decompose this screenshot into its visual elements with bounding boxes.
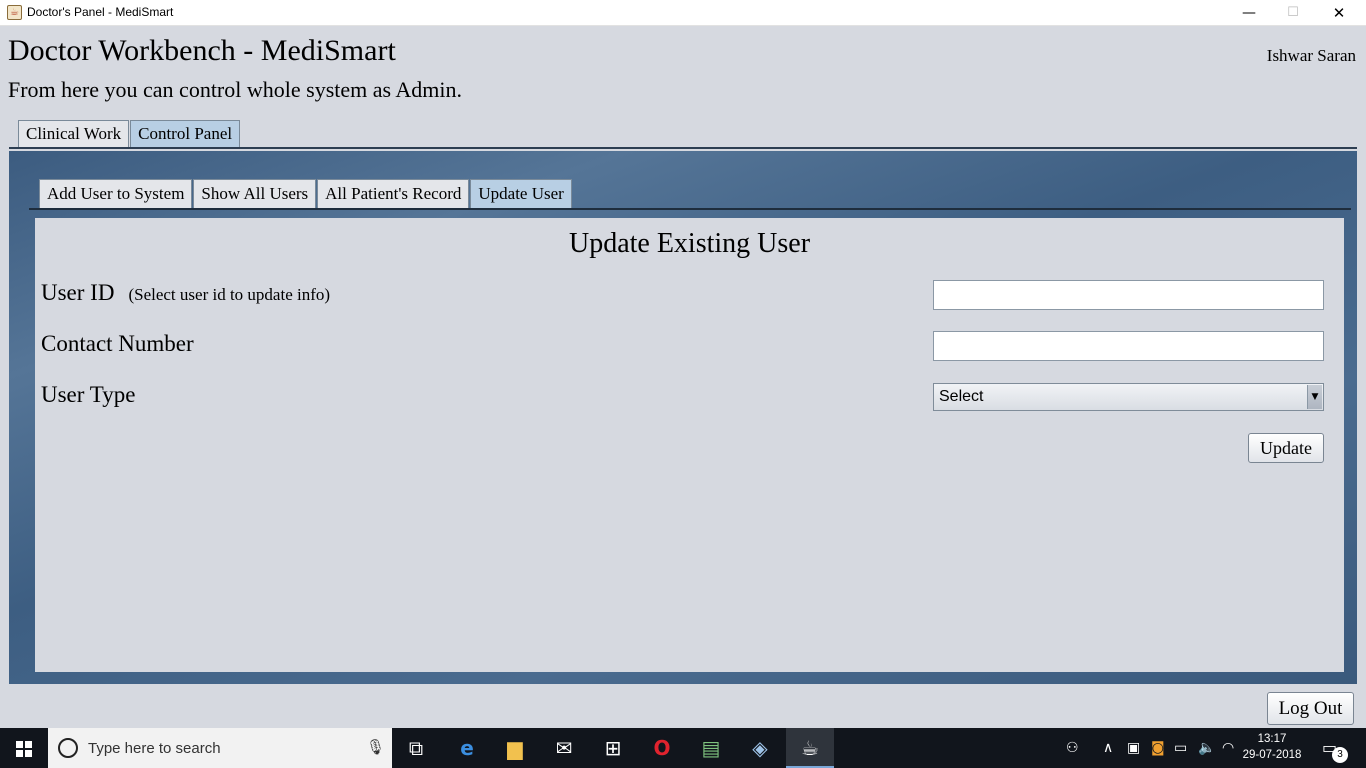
close-button[interactable]: ✕ bbox=[1316, 0, 1362, 26]
clock-time: 13:17 bbox=[1257, 733, 1287, 745]
inner-tab-divider bbox=[29, 208, 1351, 210]
user-id-field[interactable] bbox=[933, 280, 1324, 310]
user-type-selected: Select bbox=[939, 388, 984, 405]
user-id-label: User ID bbox=[41, 280, 115, 305]
tray-app2-icon[interactable]: ◙ bbox=[1151, 728, 1165, 768]
virtualbox-icon[interactable]: ◈ bbox=[736, 728, 784, 768]
page-title: Doctor Workbench - MediSmart bbox=[8, 34, 396, 67]
tab-clinical-work[interactable]: Clinical Work bbox=[18, 120, 130, 148]
people-icon[interactable]: ⚇ bbox=[1066, 728, 1079, 768]
clock-date: 29-07-2018 bbox=[1242, 749, 1302, 761]
opera-icon[interactable]: O bbox=[638, 728, 686, 768]
contact-number-field[interactable] bbox=[933, 331, 1324, 361]
microphone-icon[interactable]: 🎙 bbox=[366, 738, 385, 756]
volume-icon[interactable]: 🔈 bbox=[1198, 728, 1215, 768]
user-type-label: User Type bbox=[41, 382, 136, 407]
java-app-icon: ☕ bbox=[7, 5, 22, 20]
system-clock[interactable]: 13:17 29-07-2018 bbox=[1242, 731, 1302, 763]
mail-icon[interactable]: ✉ bbox=[540, 728, 588, 768]
logout-button[interactable]: Log Out bbox=[1267, 692, 1354, 725]
battery-icon[interactable]: ▭ bbox=[1174, 728, 1187, 768]
tray-app-icon[interactable]: ▣ bbox=[1127, 728, 1140, 768]
user-type-select[interactable]: Select ▼ bbox=[933, 383, 1324, 411]
edge-icon[interactable]: e bbox=[443, 728, 491, 768]
wifi-icon[interactable]: ◠ bbox=[1222, 728, 1234, 768]
search-placeholder: Type here to search bbox=[88, 740, 221, 757]
form-title: Update Existing User bbox=[568, 228, 811, 259]
file-explorer-icon[interactable]: ▆ bbox=[491, 728, 539, 768]
store-icon[interactable]: ⊞ bbox=[589, 728, 637, 768]
control-panel-content: Add User to System Show All Users All Pa… bbox=[9, 151, 1357, 684]
show-hidden-icons-icon[interactable]: ∧ bbox=[1103, 728, 1113, 768]
tab-divider bbox=[9, 147, 1357, 149]
minimize-button[interactable]: — bbox=[1226, 0, 1272, 26]
tab-update-user[interactable]: Update User bbox=[470, 179, 572, 208]
dropdown-arrow-icon[interactable]: ▼ bbox=[1307, 385, 1322, 409]
task-view-icon[interactable]: ⧉ bbox=[392, 728, 440, 768]
tab-show-all-users[interactable]: Show All Users bbox=[193, 179, 317, 208]
windows-logo-icon bbox=[16, 741, 32, 757]
taskbar-search[interactable]: Type here to search 🎙 bbox=[48, 728, 392, 768]
tab-control-panel[interactable]: Control Panel bbox=[130, 120, 241, 148]
user-name: Ishwar Saran bbox=[1266, 46, 1356, 65]
contact-number-label: Contact Number bbox=[41, 331, 194, 356]
start-button[interactable] bbox=[0, 728, 48, 768]
update-user-form: Update Existing User User ID (Select user… bbox=[35, 218, 1344, 672]
page-subtitle: From here you can control whole system a… bbox=[8, 77, 462, 102]
cortana-icon bbox=[58, 738, 78, 758]
app-icon[interactable]: ▤ bbox=[687, 728, 735, 768]
tab-patient-records[interactable]: All Patient's Record bbox=[317, 179, 470, 208]
outer-tab-bar: Clinical Work Control Panel bbox=[18, 120, 241, 148]
tab-add-user[interactable]: Add User to System bbox=[39, 179, 193, 208]
user-id-label-row: User ID (Select user id to update info) bbox=[41, 280, 330, 306]
maximize-button[interactable]: ☐ bbox=[1270, 0, 1316, 26]
window-title: Doctor's Panel - MediSmart bbox=[27, 5, 174, 19]
inner-tab-bar: Add User to System Show All Users All Pa… bbox=[39, 179, 573, 208]
windows-taskbar: Type here to search 🎙 ⧉ e ▆ ✉ ⊞ O ▤ ◈ ☕ … bbox=[0, 728, 1366, 768]
window-title-bar: ☕ Doctor's Panel - MediSmart — ☐ ✕ bbox=[0, 0, 1366, 26]
update-button[interactable]: Update bbox=[1248, 433, 1324, 463]
notification-badge: 3 bbox=[1332, 747, 1348, 763]
java-icon[interactable]: ☕ bbox=[786, 728, 834, 768]
user-id-hint: (Select user id to update info) bbox=[128, 285, 331, 304]
